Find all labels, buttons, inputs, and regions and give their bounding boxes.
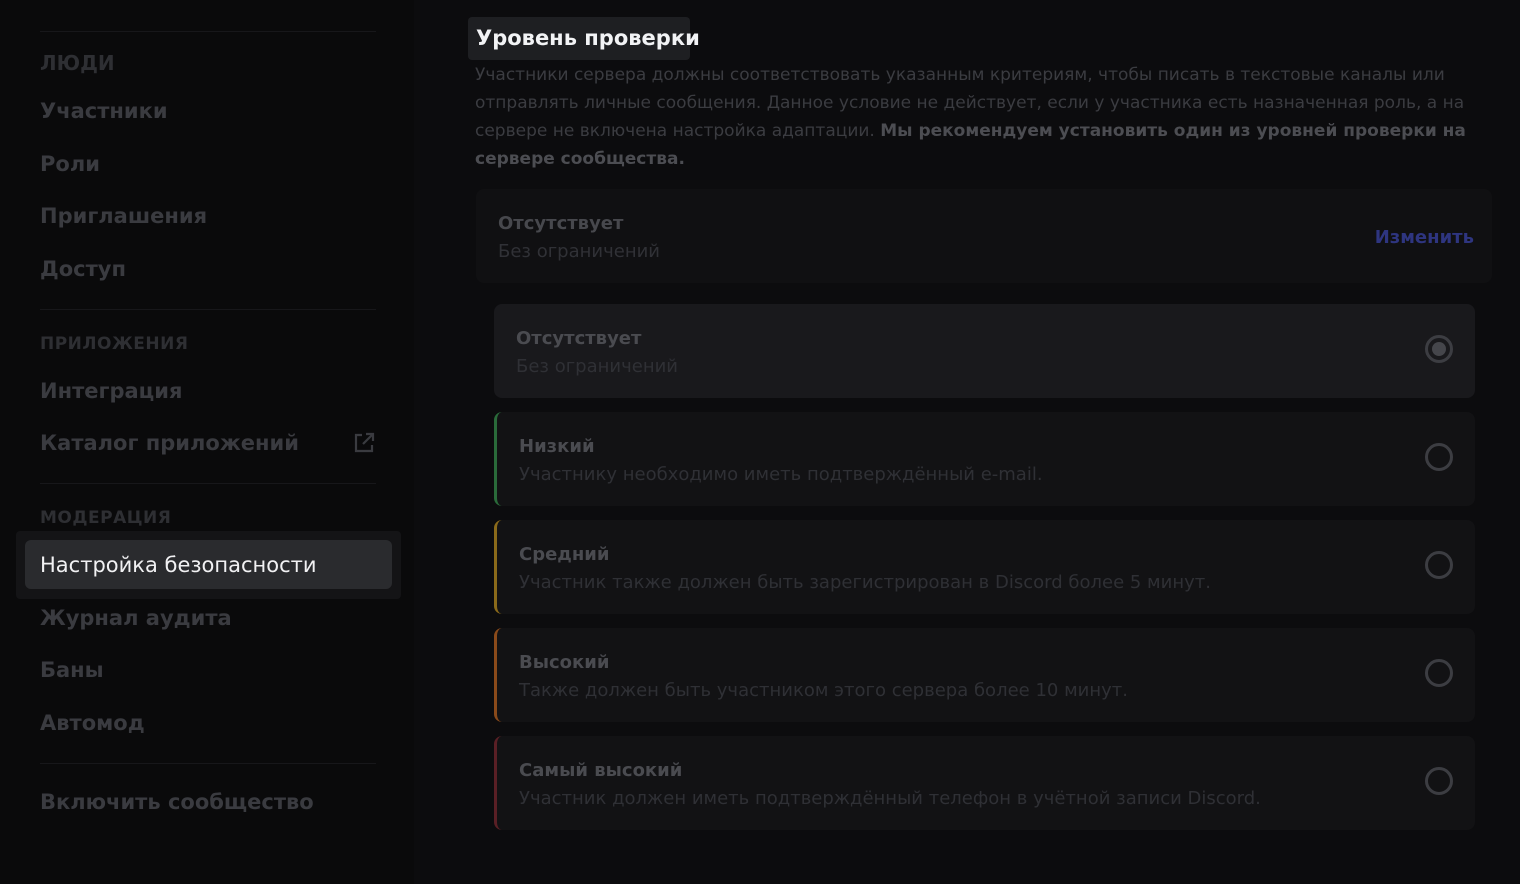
current-level-subtitle: Без ограничений <box>498 241 660 262</box>
section-description: Участники сервера должны соответствовать… <box>475 61 1491 173</box>
sidebar-item-enable-community[interactable]: Включить сообщество <box>40 789 314 815</box>
app: ЛЮДИ Участники Роли Приглашения Доступ П… <box>0 0 1520 884</box>
external-link-icon[interactable] <box>352 431 376 455</box>
sidebar: ЛЮДИ Участники Роли Приглашения Доступ П… <box>0 0 414 884</box>
level-option-high[interactable]: Высокий Также должен быть участником это… <box>494 628 1475 722</box>
level-option-low[interactable]: Низкий Участнику необходимо иметь подтве… <box>494 412 1475 506</box>
option-subtitle: Также должен быть участником этого серве… <box>519 680 1128 701</box>
option-title: Самый высокий <box>519 760 683 781</box>
sidebar-section-moderation: МОДЕРАЦИЯ <box>40 508 172 528</box>
sidebar-divider <box>40 763 376 764</box>
sidebar-item-app-directory[interactable]: Каталог приложений <box>40 430 299 456</box>
sidebar-section-people: ЛЮДИ <box>40 51 115 75</box>
option-subtitle: Участнику необходимо иметь подтверждённы… <box>519 464 1043 485</box>
radio-button[interactable] <box>1425 767 1453 795</box>
option-title: Высокий <box>519 652 610 673</box>
option-subtitle: Участник также должен быть зарегистриров… <box>519 572 1211 593</box>
level-option-highest[interactable]: Самый высокий Участник должен иметь подт… <box>494 736 1475 830</box>
sidebar-divider <box>40 31 376 32</box>
sidebar-item-integrations[interactable]: Интеграция <box>40 378 182 404</box>
sidebar-item-members[interactable]: Участники <box>40 98 168 124</box>
level-option-none[interactable]: Отсутствует Без ограничений <box>494 304 1475 398</box>
section-title: Уровень проверки <box>476 26 700 50</box>
sidebar-item-automod[interactable]: Автомод <box>40 710 145 736</box>
option-title: Низкий <box>519 436 595 457</box>
option-title: Средний <box>519 544 610 565</box>
section-title-box: Уровень проверки <box>468 17 700 60</box>
sidebar-item-roles[interactable]: Роли <box>40 151 100 177</box>
level-option-medium[interactable]: Средний Участник также должен быть зарег… <box>494 520 1475 614</box>
sidebar-item-audit-log[interactable]: Журнал аудита <box>40 605 232 631</box>
option-title: Отсутствует <box>516 328 642 349</box>
sidebar-divider <box>40 309 376 310</box>
sidebar-item-invites[interactable]: Приглашения <box>40 203 207 229</box>
radio-button-selected[interactable] <box>1425 335 1453 363</box>
option-subtitle: Без ограничений <box>516 356 678 377</box>
sidebar-item-label: Настройка безопасности <box>40 553 317 577</box>
radio-button[interactable] <box>1425 551 1453 579</box>
radio-button[interactable] <box>1425 443 1453 471</box>
radio-button[interactable] <box>1425 659 1453 687</box>
main-content: Уровень проверки Участники сервера должн… <box>414 0 1520 884</box>
current-level-card: Отсутствует Без ограничений Изменить <box>476 189 1492 283</box>
sidebar-item-safety-setup[interactable]: Настройка безопасности <box>25 540 392 589</box>
sidebar-divider <box>40 483 376 484</box>
sidebar-item-access[interactable]: Доступ <box>40 256 126 282</box>
option-subtitle: Участник должен иметь подтверждённый тел… <box>519 788 1261 809</box>
change-level-button[interactable]: Изменить <box>1375 227 1474 248</box>
current-level-title: Отсутствует <box>498 213 624 234</box>
sidebar-section-apps: ПРИЛОЖЕНИЯ <box>40 334 189 354</box>
sidebar-item-bans[interactable]: Баны <box>40 657 104 683</box>
